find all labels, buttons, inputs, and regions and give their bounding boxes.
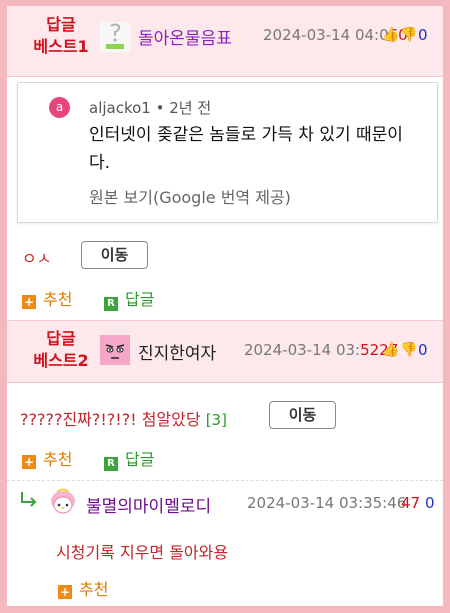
best2-move-button[interactable]: 이동 (269, 401, 336, 429)
best2-label-line1: 답글 (46, 329, 76, 348)
best2-thumbs-up-icon[interactable]: 👍 (382, 342, 399, 358)
quote-avatar: a (49, 97, 70, 118)
sub-reply-recommend-button[interactable]: + 추천 (58, 576, 108, 600)
quoted-comment-card: a aljacko1 • 2년 전 인터넷이 좆같은 놈들로 가득 차 있기 때… (17, 82, 438, 223)
best1-date-text: 2024-03-14 04:0 (263, 26, 389, 44)
best2-label: 답글 베스트2 (16, 328, 106, 372)
sub-reply-nickname[interactable]: 불멸의마이멜로디 (86, 492, 211, 517)
best1-comment: ㅇㅅ (22, 249, 52, 268)
best1-label: 답글 베스트1 (16, 14, 106, 58)
best1-nickname[interactable]: 돌아온물음표 (138, 24, 232, 49)
sub-reply-avatar-image (48, 488, 78, 518)
plus-icon: + (22, 295, 36, 309)
best2-thumbs-down-icon[interactable]: 👎 (400, 342, 417, 358)
best1-label-line2: 베스트1 (33, 37, 89, 56)
best2-recommend-label: 추천 (43, 450, 73, 469)
best1-thumbs-up-icon[interactable]: 👍 (382, 27, 399, 43)
sub-reply-up-count[interactable]: 47 (401, 494, 420, 512)
best2-avatar-image (100, 335, 130, 365)
best1-reply-label: 답글 (125, 290, 155, 309)
translate-link[interactable]: 원본 보기(Google 번역 제공) (89, 184, 291, 208)
best2-reply-label: 답글 (125, 450, 155, 469)
best2-nickname[interactable]: 진지한여자 (138, 339, 216, 364)
reply-divider (7, 480, 443, 481)
reply-arrow-icon (19, 490, 39, 512)
best2-avatar[interactable] (100, 335, 130, 365)
best1-thumbs-down-icon[interactable]: 👎 (400, 27, 417, 43)
quote-meta: aljacko1 • 2년 전 (89, 99, 212, 117)
best1-move-button[interactable]: 이동 (81, 241, 148, 269)
best2-reply-count[interactable]: [3] (206, 411, 227, 429)
best1-recommend-button[interactable]: + 추천 (22, 286, 72, 310)
best1-avatar[interactable] (100, 22, 130, 52)
best1-reply-button[interactable]: R 답글 (104, 286, 154, 311)
best2-recommend-button[interactable]: + 추천 (22, 446, 72, 470)
best1-label-line1: 답글 (46, 15, 76, 34)
sub-reply-date: 2024-03-14 03:35:46 (247, 494, 407, 512)
quote-text: 인터넷이 좆같은 놈들로 가득 차 있기 때문이다. (89, 125, 403, 173)
best2-date-text: 2024-03-14 03: (244, 341, 361, 359)
sub-reply-comment: 시청기록 지우면 돌아와용 (56, 543, 229, 562)
best2-comment: ?????진짜?!?!?! 첨알았당 [3] (20, 406, 227, 430)
reply-icon: R (104, 457, 118, 471)
best1-recommend-label: 추천 (43, 290, 73, 309)
sub-reply-recommend-label: 추천 (79, 580, 109, 599)
best2-comment-text: ?????진짜?!?!?! 첨알았당 (20, 410, 201, 429)
reply-icon: R (104, 297, 118, 311)
plus-icon: + (22, 455, 36, 469)
plus-icon: + (58, 585, 72, 599)
best2-label-line2: 베스트2 (33, 351, 89, 370)
best2-date: 2024-03-14 03:5227 (244, 341, 398, 359)
best2-down-count: 0 (418, 341, 428, 359)
best1-avatar-image (100, 22, 130, 52)
sub-reply-down-count[interactable]: 0 (425, 494, 435, 512)
sub-reply-avatar[interactable] (48, 488, 78, 518)
best2-reply-button[interactable]: R 답글 (104, 446, 154, 471)
best1-down-count: 0 (418, 26, 428, 44)
